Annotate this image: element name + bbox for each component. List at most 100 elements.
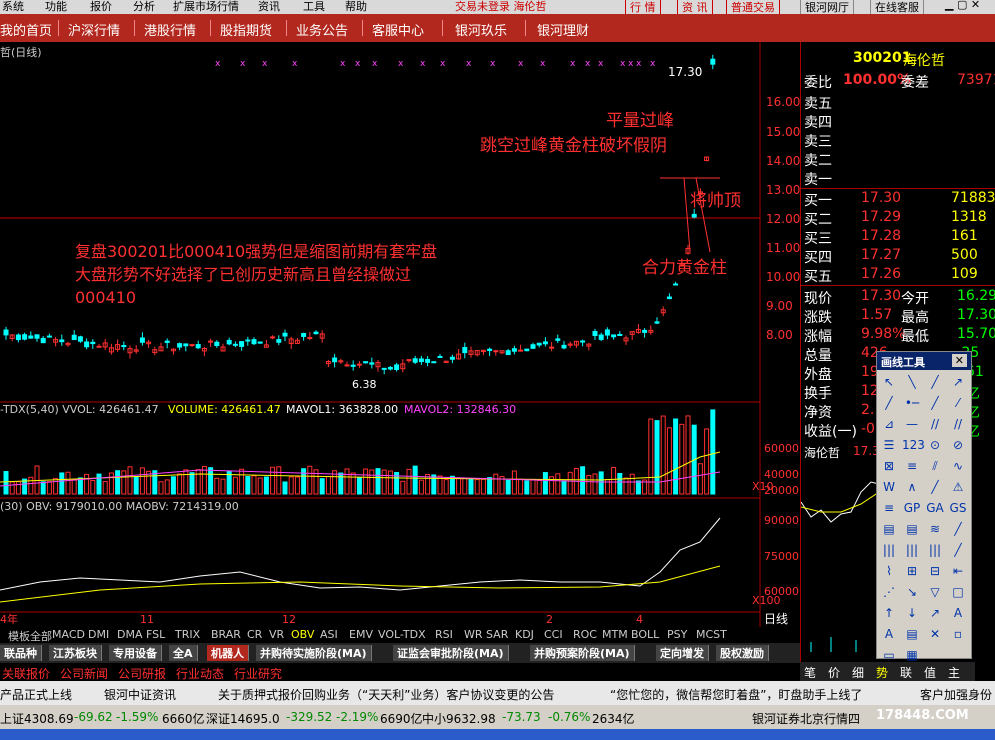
draw-tool-icon[interactable]: W bbox=[879, 477, 899, 497]
ticker-item[interactable]: 银河中证资讯 bbox=[104, 686, 176, 703]
draw-tool-icon[interactable]: ⋰ bbox=[879, 582, 899, 602]
nav-futures[interactable]: 股指期货 bbox=[220, 20, 272, 39]
window-controls-icon[interactable]: ▁ ▢ ✕ bbox=[945, 0, 980, 11]
draw-tool-icon[interactable]: □ bbox=[948, 582, 968, 602]
ticker-item[interactable]: 关于质押式报价回购业务（“天天利”业务）客户协议变更的公告 bbox=[218, 686, 554, 703]
tab-link[interactable]: 联 bbox=[900, 664, 912, 681]
menu-system[interactable]: 系统 bbox=[2, 0, 24, 14]
indicator-tab[interactable]: TRIX bbox=[175, 628, 200, 641]
indicator-tab[interactable]: CR bbox=[247, 628, 262, 641]
draw-tool-icon[interactable]: GP bbox=[902, 498, 922, 518]
draw-tool-icon[interactable]: ▭ bbox=[879, 645, 899, 665]
indicator-tab[interactable]: OBV bbox=[291, 628, 314, 641]
sector-block[interactable]: 定向增发 bbox=[656, 645, 709, 661]
tab-trades[interactable]: 笔 bbox=[804, 664, 816, 681]
draw-tool-icon[interactable]: ⊠ bbox=[879, 456, 899, 476]
draw-tool-icon[interactable]: ||| bbox=[925, 540, 945, 560]
draw-tool-icon[interactable]: ||| bbox=[879, 540, 899, 560]
draw-tool-icon[interactable]: ∧ bbox=[902, 477, 922, 497]
indicator-tab[interactable]: FSL bbox=[146, 628, 165, 641]
draw-tool-icon[interactable]: ☰ bbox=[879, 435, 899, 455]
indicator-tab[interactable]: BRAR bbox=[211, 628, 241, 641]
sector-block[interactable]: 江苏板块 bbox=[49, 645, 102, 661]
draw-tool-icon[interactable]: ▽ bbox=[925, 582, 945, 602]
draw-tool-icon[interactable]: ✕ bbox=[925, 624, 945, 644]
draw-tool-icon[interactable]: ⌇ bbox=[879, 561, 899, 581]
indicator-tab[interactable]: SAR bbox=[486, 628, 508, 641]
draw-tool-icon[interactable]: — bbox=[902, 414, 922, 434]
draw-tool-icon[interactable]: ↖ bbox=[879, 372, 899, 392]
draw-tool-icon[interactable]: ⁄ bbox=[948, 393, 968, 413]
indicator-tab[interactable]: ROC bbox=[573, 628, 597, 641]
indicator-tab[interactable]: ASI bbox=[320, 628, 338, 641]
news-button[interactable]: 资 讯 bbox=[677, 0, 713, 14]
ticker-item[interactable]: 客户加强身份 bbox=[920, 686, 992, 703]
draw-tool-icon[interactable]: ≡ bbox=[879, 498, 899, 518]
indicator-tab[interactable]: MACD bbox=[52, 628, 85, 641]
draw-tool-icon[interactable]: ╱ bbox=[925, 477, 945, 497]
info-link[interactable]: 关联报价 bbox=[2, 665, 50, 682]
kline-chart[interactable]: 哲(日线) 16.00 15.00 14.00 13.00 12.00 11.0… bbox=[0, 42, 800, 627]
nav-finance[interactable]: 银河理财 bbox=[537, 20, 589, 39]
draw-tool-icon[interactable]: ↗ bbox=[948, 372, 968, 392]
sector-block[interactable]: 全A bbox=[169, 645, 198, 661]
draw-tool-icon[interactable]: ⚠ bbox=[948, 477, 968, 497]
info-link[interactable]: 行业动态 bbox=[176, 665, 224, 682]
close-icon[interactable]: ✕ bbox=[951, 354, 967, 367]
draw-tool-icon[interactable]: ╱ bbox=[925, 372, 945, 392]
indicator-tab[interactable]: WR bbox=[464, 628, 483, 641]
menu-extended[interactable]: 扩展市场行情 bbox=[173, 0, 239, 14]
ticker-item[interactable]: 产品正式上线 bbox=[0, 686, 72, 703]
info-link[interactable]: 公司研报 bbox=[118, 665, 166, 682]
sector-block[interactable]: 专用设备 bbox=[109, 645, 162, 661]
draw-tool-icon[interactable]: ≡ bbox=[902, 456, 922, 476]
tab-trend[interactable]: 势 bbox=[876, 664, 888, 681]
draw-tool-icon[interactable]: // bbox=[925, 414, 945, 434]
draw-tool-icon[interactable]: ↘ bbox=[902, 582, 922, 602]
nav-service[interactable]: 客服中心 bbox=[372, 20, 424, 39]
draw-tool-icon[interactable]: ╱ bbox=[948, 519, 968, 539]
period-label[interactable]: 日线 bbox=[764, 612, 788, 626]
indicator-tab[interactable]: VOL-TDX bbox=[378, 628, 426, 641]
menu-news[interactable]: 资讯 bbox=[258, 0, 280, 14]
tab-price[interactable]: 价 bbox=[828, 664, 840, 681]
info-link[interactable]: 公司新闻 bbox=[60, 665, 108, 682]
draw-tool-icon[interactable]: ▤ bbox=[902, 624, 922, 644]
sector-block[interactable]: 并购待实施阶段(MA) bbox=[256, 645, 372, 661]
indicator-tab[interactable]: 全部 bbox=[30, 628, 52, 644]
draw-tool-icon[interactable]: // bbox=[948, 414, 968, 434]
draw-tool-icon[interactable]: ▤ bbox=[879, 519, 899, 539]
draw-tool-icon[interactable]: ╱ bbox=[948, 540, 968, 560]
draw-tool-icon[interactable]: ≋ bbox=[925, 519, 945, 539]
menu-function[interactable]: 功能 bbox=[45, 0, 67, 14]
sector-block[interactable]: 机器人 bbox=[207, 645, 249, 661]
indicator-tab[interactable]: DMI bbox=[88, 628, 109, 641]
sector-block[interactable]: 股权激励 bbox=[716, 645, 769, 661]
draw-tool-icon[interactable]: ⫽ bbox=[925, 456, 945, 476]
draw-tool-icon[interactable]: ⇤ bbox=[948, 561, 968, 581]
draw-tool-icon[interactable]: ▫ bbox=[948, 624, 968, 644]
nav-hs[interactable]: 沪深行情 bbox=[68, 20, 120, 39]
indicator-tab[interactable]: MTM bbox=[602, 628, 628, 641]
draw-tool-icon[interactable]: GA bbox=[925, 498, 945, 518]
sector-block[interactable]: 联品种 bbox=[0, 645, 42, 661]
draw-tool-icon[interactable]: ↑ bbox=[879, 603, 899, 623]
draw-tool-icon[interactable]: A bbox=[879, 624, 899, 644]
draw-tool-icon[interactable]: A bbox=[948, 603, 968, 623]
indicator-tab[interactable]: PSY bbox=[667, 628, 687, 641]
draw-tool-icon[interactable]: ||| bbox=[902, 540, 922, 560]
ticker-item[interactable]: “您忙您的，微信帮您盯着盘”，盯盘助手上线了 bbox=[610, 686, 862, 703]
indicator-tab[interactable]: KDJ bbox=[515, 628, 534, 641]
indicator-tab[interactable]: MCST bbox=[696, 628, 727, 641]
draw-tool-icon[interactable]: ↗ bbox=[925, 603, 945, 623]
indicator-tab[interactable]: VR bbox=[269, 628, 284, 641]
draw-tool-icon[interactable]: ∿ bbox=[948, 456, 968, 476]
menu-analysis[interactable]: 分析 bbox=[133, 0, 155, 14]
indicator-tab[interactable]: DMA bbox=[117, 628, 143, 641]
indicator-tab[interactable]: CCI bbox=[544, 628, 563, 641]
draw-tool-icon[interactable]: GS bbox=[948, 498, 968, 518]
tab-main[interactable]: 主 bbox=[948, 664, 960, 681]
nav-home[interactable]: 我的首页 bbox=[0, 20, 52, 39]
draw-tool-icon[interactable]: 123 bbox=[902, 435, 925, 455]
indicator-tab[interactable]: EMV bbox=[349, 628, 373, 641]
